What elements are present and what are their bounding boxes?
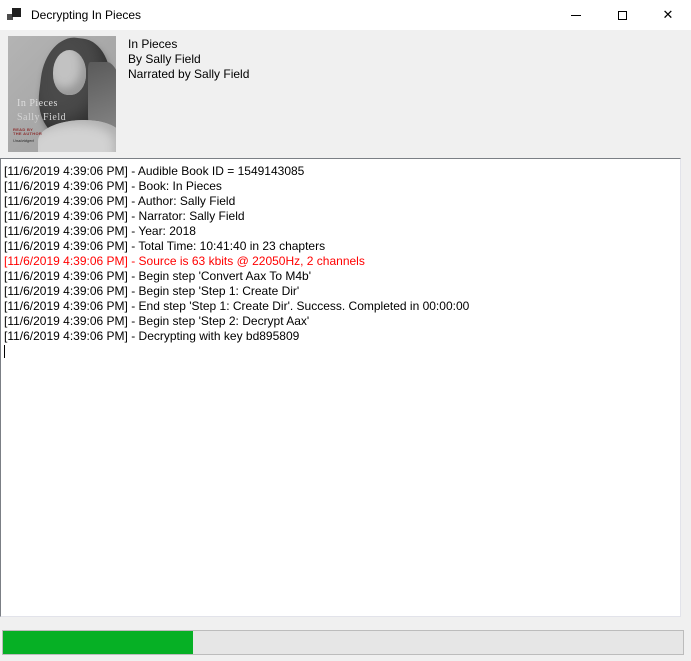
book-info: In Pieces By Sally Field Narrated by Sal… — [128, 37, 249, 82]
log-textbox[interactable]: [11/6/2019 4:39:06 PM] - Audible Book ID… — [0, 158, 681, 617]
app-icon-square-large — [12, 8, 21, 17]
log-line: [11/6/2019 4:39:06 PM] - Narrator: Sally… — [4, 209, 677, 224]
progress-bar — [2, 630, 684, 655]
app-icon — [7, 7, 23, 23]
window-title: Decrypting In Pieces — [31, 8, 141, 22]
text-caret — [4, 345, 5, 358]
cover-badge: READ BY THE AUTHOR Unabridged — [13, 128, 42, 144]
app-window: Decrypting In Pieces ✕ In Pieces Sally F… — [0, 0, 691, 661]
book-narrator: Narrated by Sally Field — [128, 67, 249, 82]
cover-title-text: In Pieces — [17, 98, 58, 109]
log-line: [11/6/2019 4:39:06 PM] - Author: Sally F… — [4, 194, 677, 209]
book-author: By Sally Field — [128, 52, 249, 67]
minimize-icon — [571, 15, 581, 16]
caret-line — [4, 344, 677, 359]
cover-author-text: Sally Field — [17, 112, 66, 123]
cover-portrait-face — [53, 50, 86, 95]
caption-buttons: ✕ — [553, 0, 691, 30]
close-button[interactable]: ✕ — [645, 0, 691, 30]
log-line: [11/6/2019 4:39:06 PM] - Decrypting with… — [4, 329, 677, 344]
log-line: [11/6/2019 4:39:06 PM] - Begin step 'Con… — [4, 269, 677, 284]
log-line: [11/6/2019 4:39:06 PM] - Total Time: 10:… — [4, 239, 677, 254]
log-line: [11/6/2019 4:39:06 PM] - End step 'Step … — [4, 299, 677, 314]
log-line: [11/6/2019 4:39:06 PM] - Year: 2018 — [4, 224, 677, 239]
log-line: [11/6/2019 4:39:06 PM] - Begin step 'Ste… — [4, 314, 677, 329]
log-line: [11/6/2019 4:39:06 PM] - Book: In Pieces — [4, 179, 677, 194]
log-line: [11/6/2019 4:39:06 PM] - Audible Book ID… — [4, 164, 677, 179]
maximize-button[interactable] — [599, 0, 645, 30]
log-line: [11/6/2019 4:39:06 PM] - Source is 63 kb… — [4, 254, 677, 269]
cover-badge-line2: THE AUTHOR — [13, 132, 42, 137]
close-icon: ✕ — [663, 9, 674, 22]
book-header: In Pieces Sally Field READ BY THE AUTHOR… — [0, 30, 691, 158]
log-line: [11/6/2019 4:39:06 PM] - Begin step 'Ste… — [4, 284, 677, 299]
cover-badge-line3: Unabridged — [13, 139, 42, 144]
maximize-icon — [618, 11, 627, 20]
book-title: In Pieces — [128, 37, 249, 52]
title-bar[interactable]: Decrypting In Pieces ✕ — [0, 0, 691, 30]
minimize-button[interactable] — [553, 0, 599, 30]
book-cover-image: In Pieces Sally Field READ BY THE AUTHOR… — [8, 36, 116, 152]
progress-bar-fill — [3, 631, 193, 654]
